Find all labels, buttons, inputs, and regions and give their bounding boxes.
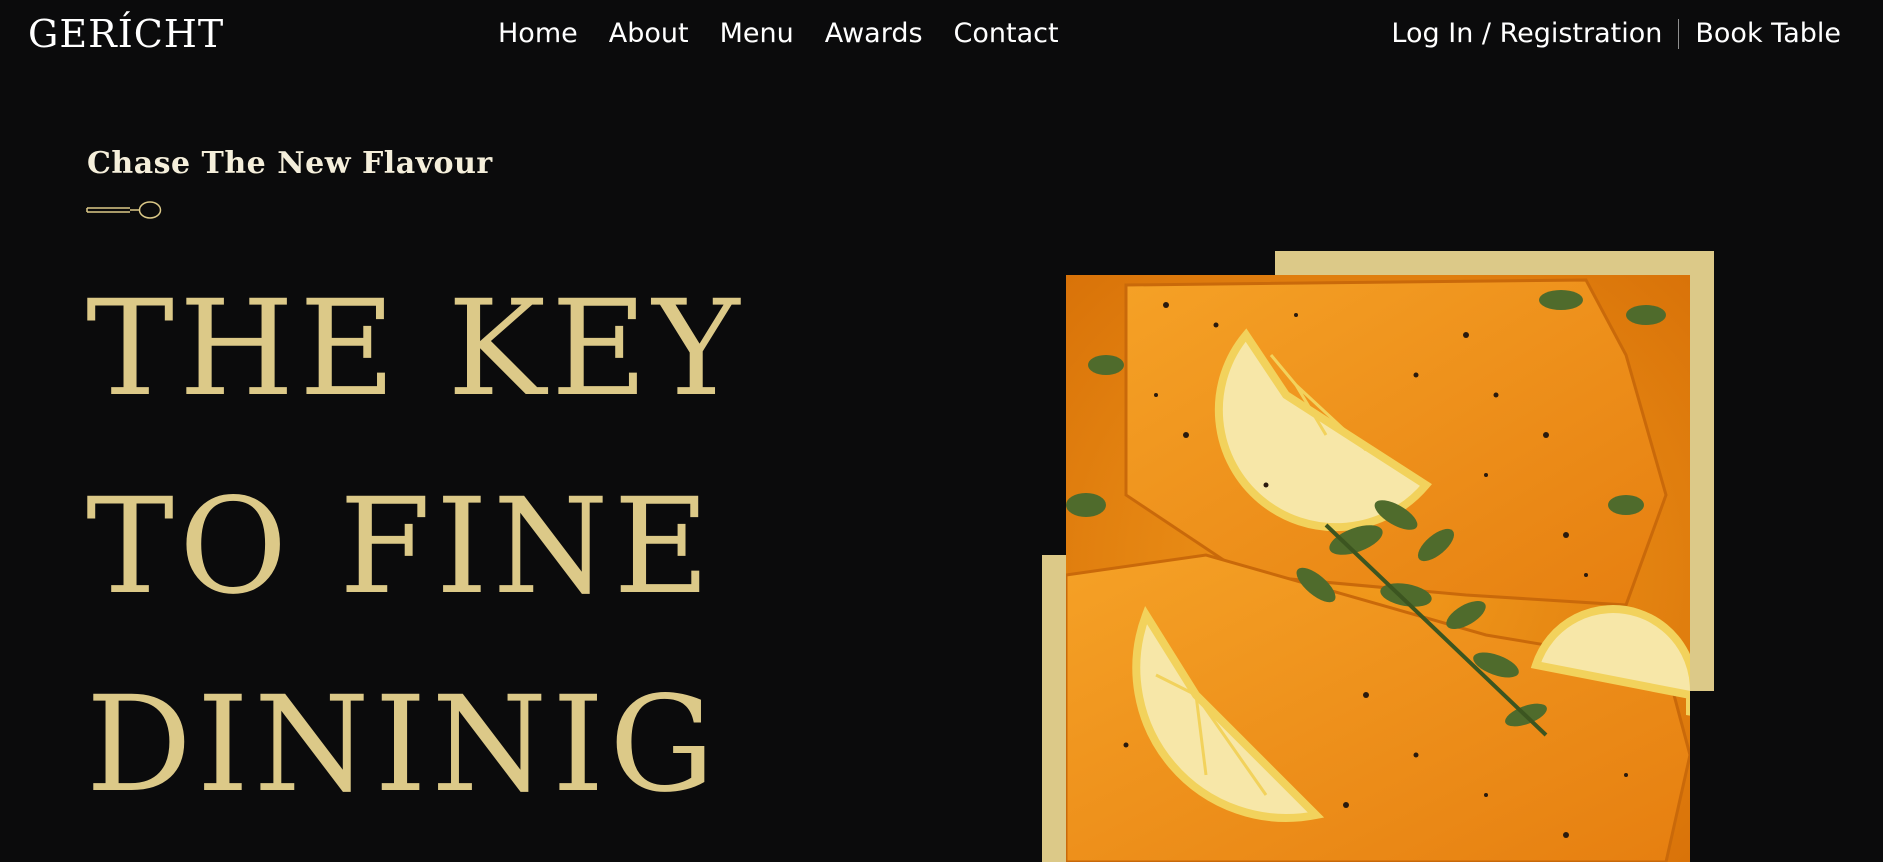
nav-link-menu[interactable]: Menu bbox=[720, 16, 794, 52]
spoon-icon bbox=[86, 201, 162, 219]
salmon-dish-illustration bbox=[1066, 275, 1690, 862]
hero-subtitle: Chase The New Flavour bbox=[87, 146, 493, 181]
logo[interactable]: GERÍCHT bbox=[28, 12, 224, 56]
navbar: GERÍCHT Home About Menu Awards Contact L… bbox=[0, 0, 1883, 70]
nav-links: Home About Menu Awards Contact bbox=[498, 16, 1090, 52]
nav-link-contact[interactable]: Contact bbox=[954, 16, 1059, 52]
headline-line-3: DININIG bbox=[86, 668, 720, 822]
nav-right: Log In / Registration Book Table bbox=[1391, 16, 1841, 52]
nav-link-home[interactable]: Home bbox=[498, 16, 578, 52]
nav-link-awards[interactable]: Awards bbox=[825, 16, 923, 52]
headline-line-1: THE KEY bbox=[86, 272, 745, 426]
page: GERÍCHT Home About Menu Awards Contact L… bbox=[0, 0, 1883, 862]
nav-divider bbox=[1678, 19, 1680, 49]
food-image bbox=[1066, 275, 1690, 862]
nav-link-about[interactable]: About bbox=[609, 16, 689, 52]
login-registration-link[interactable]: Log In / Registration bbox=[1391, 16, 1662, 52]
hero-headline: THE KEY TO FINE DININIG bbox=[86, 250, 745, 844]
headline-line-2: TO FINE bbox=[86, 470, 715, 624]
book-table-link[interactable]: Book Table bbox=[1695, 16, 1841, 52]
